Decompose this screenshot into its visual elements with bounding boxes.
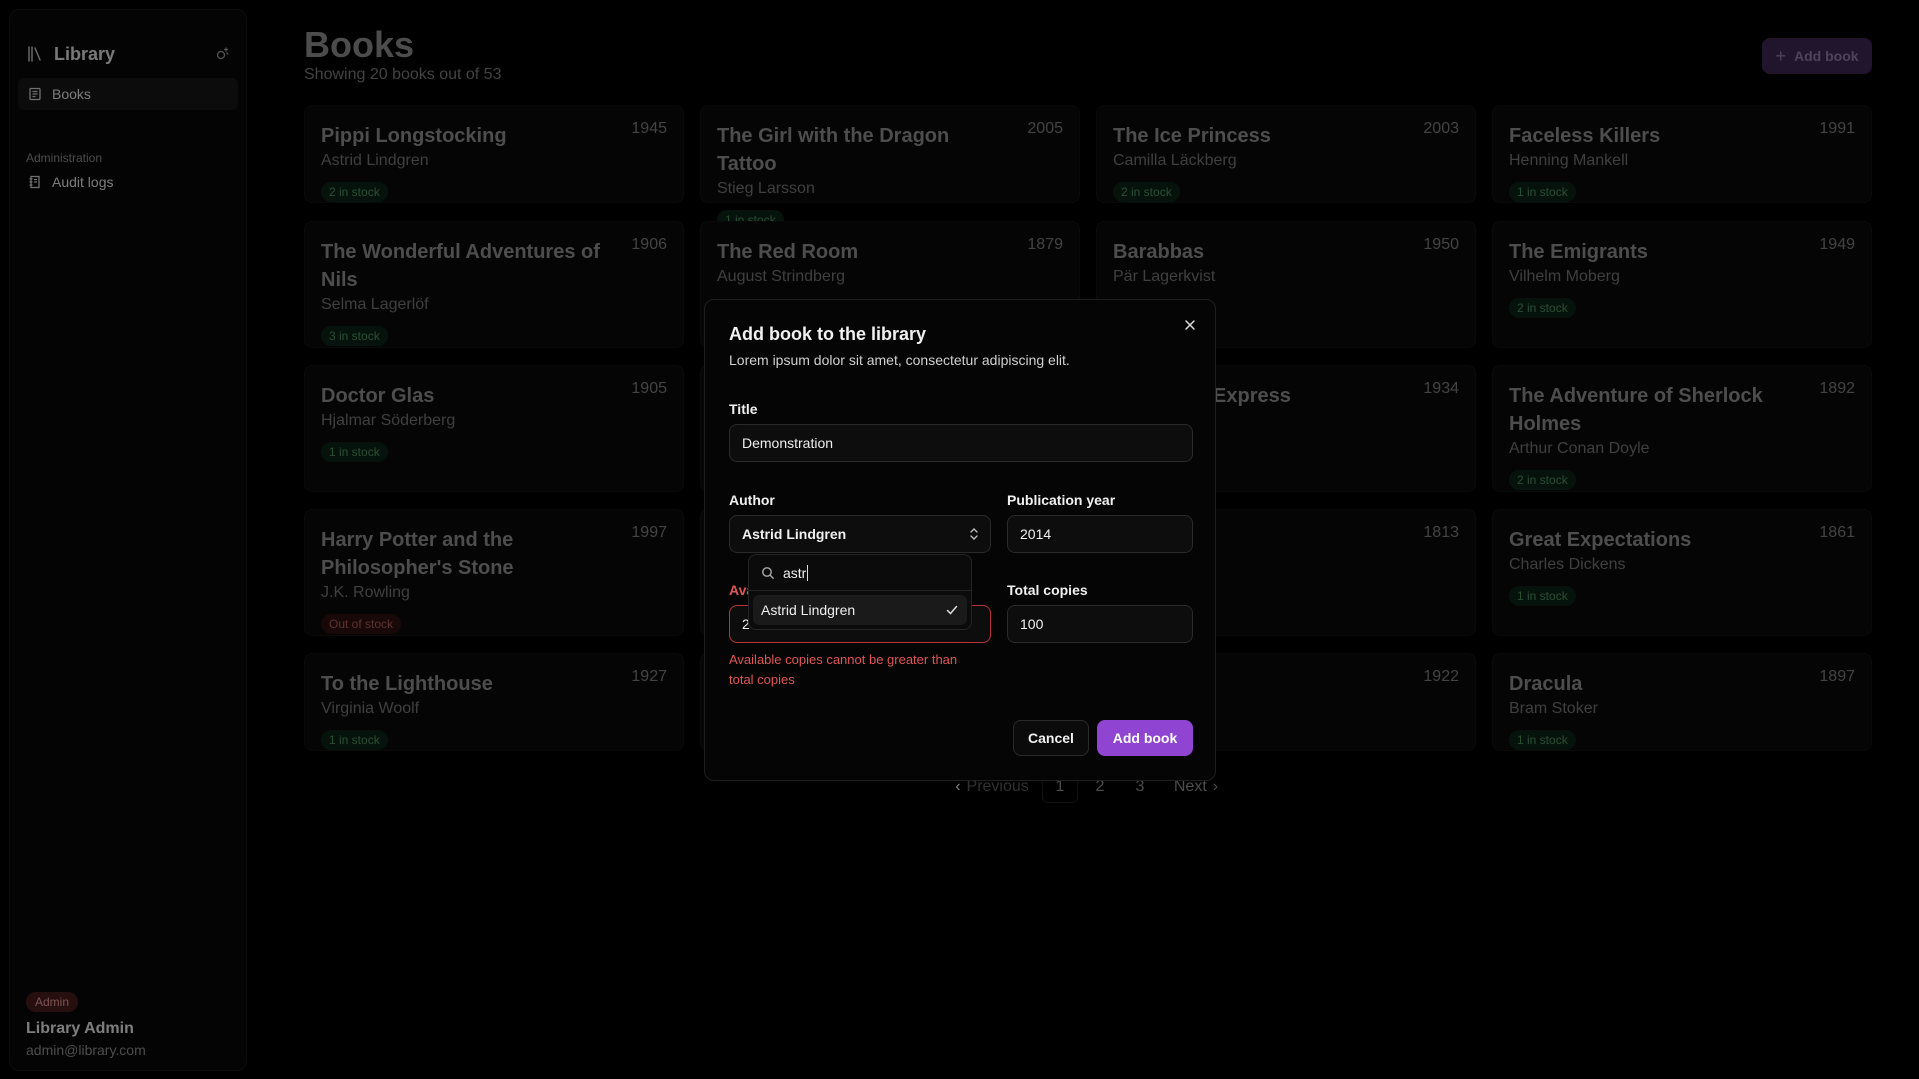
submit-add-book-button[interactable]: Add book (1097, 720, 1193, 756)
app: Library Books Administration Audit logs … (0, 0, 1919, 1079)
total-copies-label: Total copies (1007, 582, 1088, 598)
title-input-value: Demonstration (742, 435, 834, 451)
close-dialog-button[interactable] (1181, 316, 1199, 334)
dialog-description: Lorem ipsum dolor sit amet, consectetur … (729, 352, 1070, 368)
total-copies-value: 100 (1020, 616, 1044, 632)
search-icon (762, 566, 774, 579)
publication-year-value: 2014 (1020, 526, 1052, 542)
author-option[interactable]: Astrid Lindgren (753, 595, 967, 625)
dialog-title: Add book to the library (729, 324, 927, 344)
author-search-value: astr (783, 564, 807, 581)
author-select[interactable]: Astrid Lindgren (729, 515, 991, 553)
author-dropdown: astr Astrid Lindgren (748, 554, 972, 630)
title-label: Title (729, 401, 758, 417)
publication-year-input[interactable]: 2014 (1007, 515, 1193, 553)
publication-year-label: Publication year (1007, 492, 1116, 508)
author-option-label: Astrid Lindgren (761, 602, 856, 618)
text-caret (807, 564, 809, 581)
title-input[interactable]: Demonstration (729, 424, 1193, 462)
author-search-input[interactable]: astr (749, 555, 971, 591)
check-icon (946, 605, 958, 615)
close-icon (1185, 320, 1195, 330)
chevron-up-down-icon (970, 528, 978, 540)
cancel-button[interactable]: Cancel (1013, 720, 1089, 756)
total-copies-input[interactable]: 100 (1007, 605, 1193, 643)
author-label: Author (729, 492, 775, 508)
author-select-value: Astrid Lindgren (742, 526, 847, 542)
add-book-dialog: Add book to the library Lorem ipsum dolo… (704, 299, 1216, 781)
available-copies-error: Available copies cannot be greater than … (729, 652, 958, 687)
